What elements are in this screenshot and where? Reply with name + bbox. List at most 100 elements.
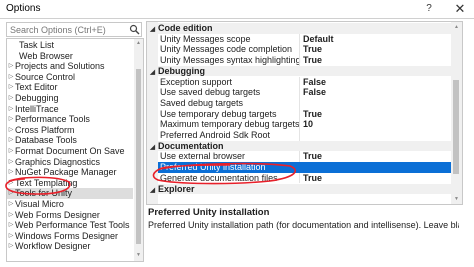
- tree-item-label: Web Browser: [19, 50, 73, 61]
- column-divider: [299, 108, 300, 120]
- expand-arrow-icon[interactable]: ▷: [7, 231, 15, 242]
- property-grid[interactable]: ◢ Code edition Unity Messages scope Default…: [146, 21, 463, 205]
- collapse-icon[interactable]: ◢: [147, 143, 158, 154]
- property-value[interactable]: False: [303, 87, 326, 98]
- property-value[interactable]: True: [303, 151, 322, 162]
- tree-item[interactable]: ▷ Windows Forms Designer: [7, 231, 133, 242]
- property-value[interactable]: Default: [303, 34, 334, 45]
- grid-category[interactable]: ◢ Explorer: [147, 183, 462, 197]
- property-value[interactable]: True: [303, 109, 322, 120]
- tree-item[interactable]: ▷ NuGet Package Manager: [7, 167, 133, 178]
- grid-property-row[interactable]: Unity Messages code completion True: [158, 44, 462, 56]
- expand-arrow-icon[interactable]: ▷: [7, 157, 15, 168]
- collapse-icon[interactable]: ◢: [147, 68, 158, 79]
- tree-item-label: Web Performance Test Tools: [15, 220, 130, 231]
- property-name: Preferred Android Sdk Root: [160, 130, 271, 140]
- tree-item[interactable]: ▷ Database Tools: [7, 135, 133, 146]
- column-divider: [299, 119, 300, 130]
- expand-arrow-icon[interactable]: ▷: [7, 188, 15, 199]
- tree-scrollbar[interactable]: ▲ ▼: [134, 39, 143, 261]
- property-value[interactable]: True: [303, 44, 322, 55]
- grid-property-row[interactable]: Maximum temporary debug targets 10: [158, 119, 462, 130]
- tree-item[interactable]: ▷ IntelliTrace: [7, 104, 133, 115]
- tree-item-label: Web Forms Designer: [15, 209, 100, 220]
- collapse-icon[interactable]: ◢: [147, 25, 158, 36]
- grid-property-row[interactable]: Generate documentation files True: [158, 172, 462, 184]
- search-icon[interactable]: [129, 24, 140, 35]
- property-value[interactable]: False: [303, 77, 326, 88]
- tree-scroll-thumb[interactable]: [136, 69, 141, 244]
- tree-item[interactable]: ▷ Cross Platform: [7, 125, 133, 136]
- tree-item[interactable]: ▷ Projects and Solutions: [7, 61, 133, 72]
- scroll-down-icon[interactable]: ▼: [452, 195, 461, 203]
- search-box[interactable]: [6, 22, 142, 37]
- tree-item[interactable]: ▷ Visual Micro: [7, 199, 133, 210]
- grid-category[interactable]: ◢ Debugging: [147, 65, 462, 79]
- property-name: Saved debug targets: [160, 97, 244, 108]
- expand-arrow-icon[interactable]: ▷: [7, 199, 15, 210]
- description-text: Preferred Unity installation path (for d…: [148, 220, 459, 230]
- tree-item[interactable]: ▷ Web Performance Test Tools: [7, 220, 133, 231]
- expand-arrow-icon[interactable]: ▷: [7, 146, 15, 157]
- expand-arrow-icon[interactable]: ▷: [7, 72, 15, 83]
- help-button[interactable]: ?: [418, 0, 440, 18]
- column-divider: [299, 87, 300, 98]
- tree-item[interactable]: ▷ Performance Tools: [7, 114, 133, 125]
- scroll-down-icon[interactable]: ▼: [135, 252, 142, 259]
- grid-property-row[interactable]: Preferred Android Sdk Root: [158, 130, 462, 141]
- scroll-up-icon[interactable]: ▲: [135, 40, 142, 47]
- tree-item[interactable]: ▷ Web Forms Designer: [7, 210, 133, 221]
- tree-item-label: Text Editor: [15, 82, 58, 93]
- expand-arrow-icon[interactable]: ▷: [7, 220, 15, 231]
- property-value[interactable]: True: [303, 55, 322, 66]
- collapse-icon[interactable]: ◢: [147, 186, 158, 197]
- tree-item-label: Projects and Solutions: [15, 61, 105, 72]
- tree-item[interactable]: ▷ Text Editor: [7, 82, 133, 93]
- expand-arrow-icon[interactable]: ▷: [7, 93, 15, 104]
- options-tree[interactable]: ▷ Workflow Designer ▷ Windows Forms Designe…: [6, 38, 144, 262]
- grid-property-row[interactable]: Use saved debug targets False: [158, 87, 462, 98]
- column-divider: [299, 33, 300, 45]
- expand-arrow-icon[interactable]: ▷: [7, 178, 15, 189]
- tree-item[interactable]: ▷ Workflow Designer: [7, 241, 133, 252]
- grid-category[interactable]: ◢ Code edition: [147, 23, 462, 34]
- tree-item[interactable]: ▷ Tools for Unity: [7, 188, 133, 199]
- tree-item-label: NuGet Package Manager: [15, 167, 117, 178]
- grid-property-row[interactable]: Exception support False: [158, 76, 462, 88]
- title-bar: Options ? ✕: [0, 0, 474, 19]
- grid-property-row[interactable]: Use temporary debug targets True: [158, 108, 462, 120]
- search-input[interactable]: [7, 23, 128, 36]
- grid-property-row[interactable]: Unity Messages scope Default: [158, 33, 462, 45]
- tree-item-label: IntelliTrace: [15, 103, 59, 114]
- expand-arrow-icon[interactable]: ▷: [7, 61, 15, 72]
- tree-item[interactable]: Task List: [7, 40, 143, 51]
- grid-property-row[interactable]: Preferred Unity installation: [158, 162, 462, 173]
- tree-item[interactable]: ▷ Format Document On Save: [7, 146, 133, 157]
- scroll-up-icon[interactable]: ▲: [452, 23, 461, 31]
- tree-item[interactable]: Web Browser: [7, 50, 143, 62]
- expand-arrow-icon[interactable]: ▷: [7, 167, 15, 178]
- expand-arrow-icon[interactable]: ▷: [7, 114, 15, 125]
- grid-scroll-thumb[interactable]: [453, 80, 459, 174]
- expand-arrow-icon[interactable]: ▷: [7, 82, 15, 93]
- expand-arrow-icon[interactable]: ▷: [7, 104, 15, 115]
- window-title: Options: [6, 3, 41, 14]
- grid-property-row[interactable]: Unity Messages syntax highlighting True: [158, 55, 462, 66]
- property-value[interactable]: True: [303, 173, 322, 184]
- close-button[interactable]: ✕: [446, 0, 474, 18]
- grid-property-row[interactable]: Saved debug targets: [158, 97, 462, 109]
- expand-arrow-icon[interactable]: ▷: [7, 135, 15, 146]
- expand-arrow-icon[interactable]: ▷: [7, 210, 15, 221]
- tree-item[interactable]: ▷ Graphics Diagnostics: [7, 157, 133, 168]
- property-name: Unity Messages code completion: [160, 44, 293, 55]
- expand-arrow-icon[interactable]: ▷: [7, 125, 15, 136]
- tree-item-label: Text Templating: [15, 177, 78, 188]
- expand-arrow-icon[interactable]: ▷: [7, 241, 15, 252]
- property-value[interactable]: 10: [303, 119, 313, 130]
- grid-scrollbar[interactable]: ▲ ▼: [451, 22, 462, 204]
- grid-property-row[interactable]: Use external browser True: [158, 151, 462, 163]
- tree-item[interactable]: ▷ Text Templating: [7, 178, 133, 189]
- tree-item[interactable]: ▷ Debugging: [7, 93, 133, 104]
- grid-category[interactable]: ◢ Documentation: [147, 140, 462, 154]
- tree-item[interactable]: ▷ Source Control: [7, 72, 133, 83]
